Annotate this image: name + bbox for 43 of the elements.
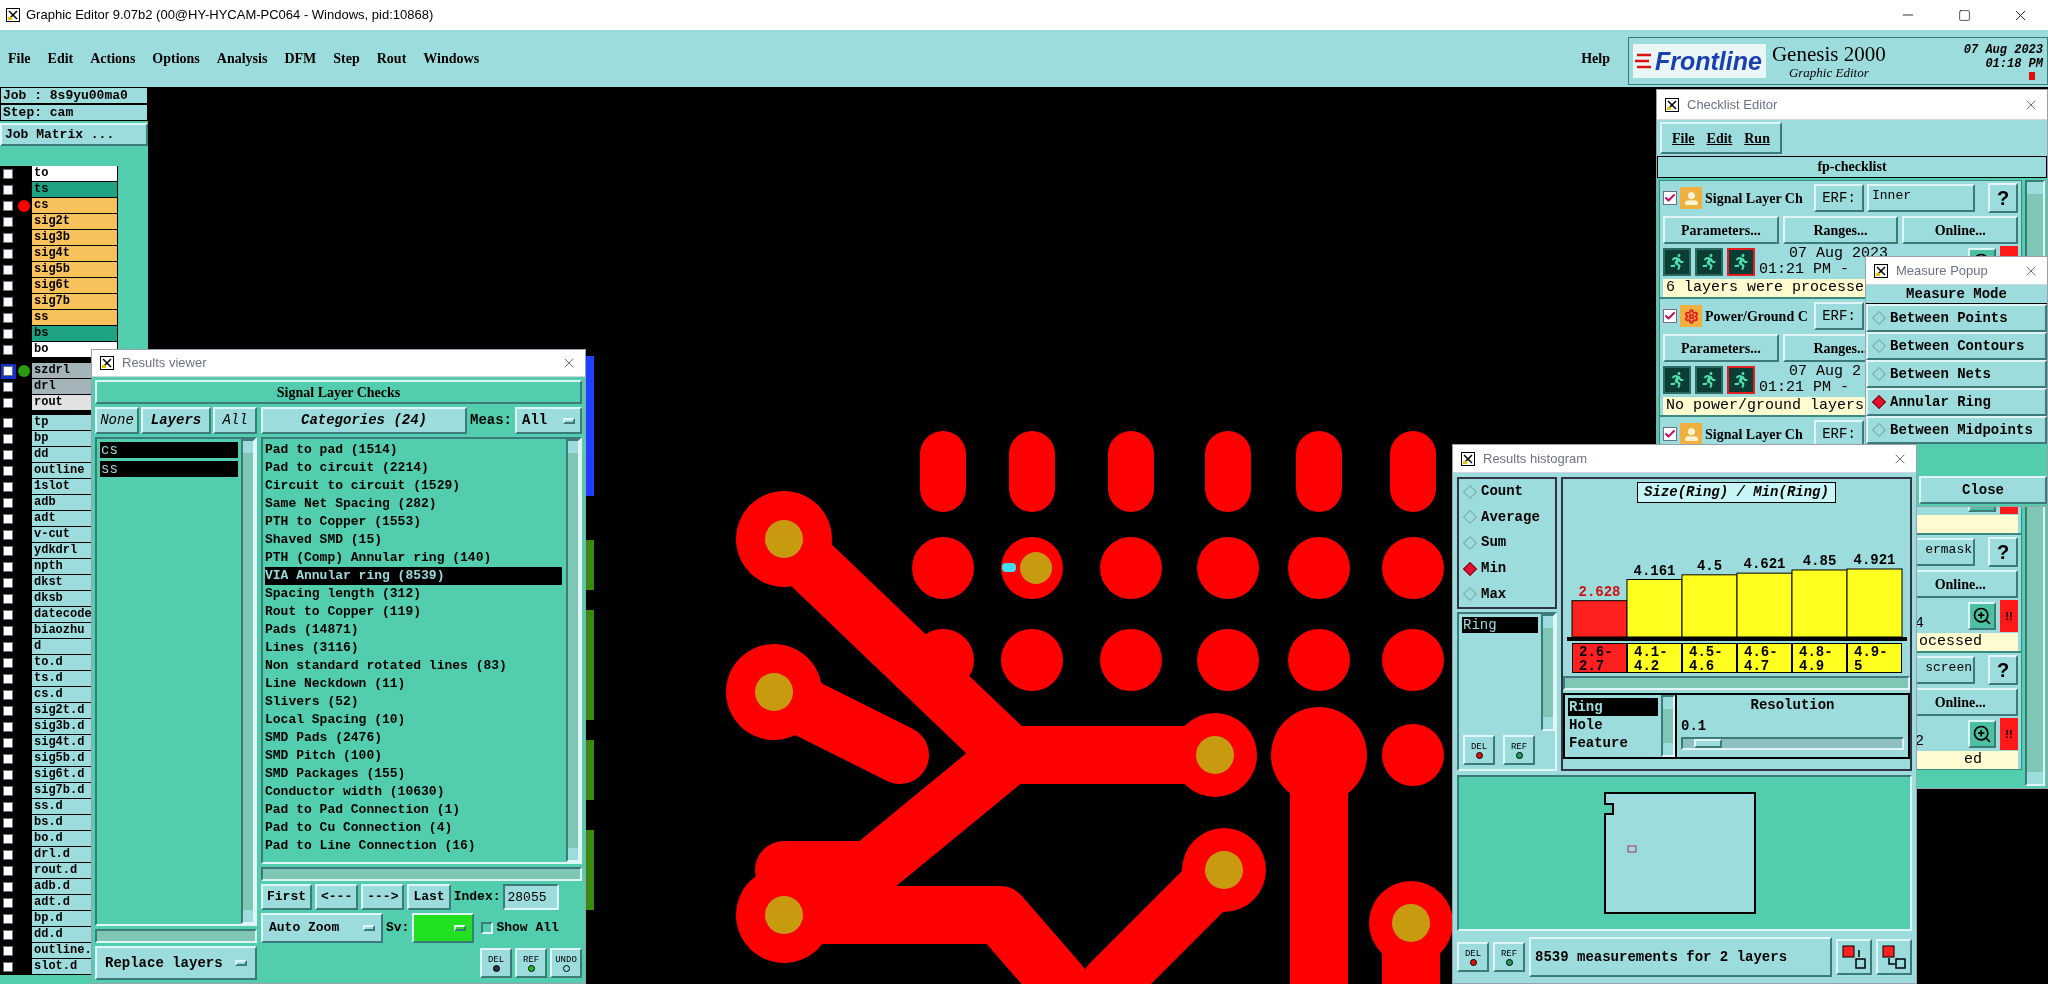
resolution-value: 0.1 [1681,717,1708,736]
logo: Frontline [1633,44,1766,78]
check-time: 01:21 PM - [1759,262,1849,278]
bin-label: 4.6-4.7 [1736,643,1792,673]
bar-value-label: 4.85 [1802,553,1836,569]
x-tick-label: 2.6-2.7 [1579,644,1614,674]
meas-label: Meas: [470,411,512,430]
product-name: Genesis 2000 [1771,42,1886,65]
alert-text: !! [2005,726,2013,742]
window-title: Results histogram [1483,449,1588,468]
window-title: Results viewer [122,354,207,373]
step-label: Step: cam [0,104,148,121]
checklist-name: fp-checklist [1657,156,2047,178]
bar-value-label: 4.5 [1696,557,1722,574]
index-label: Index: [453,888,501,907]
bin-label: 4.8-4.9 [1791,643,1847,673]
bin-label: 4.1-4.2 [1626,643,1682,673]
status-message: 8539 measurements for 2 layers [1529,937,1832,977]
option-label: Between Midpoints [1890,420,2033,440]
sv-label: Sv: [386,919,410,938]
bar-value-label: 2.628 [1578,583,1620,600]
product-subtitle: Graphic Editor [1788,64,1869,80]
window-title: Checklist Editor [1687,95,1778,114]
option-label: Between Nets [1890,364,1991,384]
bar-value-label: 4.621 [1743,556,1785,573]
option-label: Between Points [1890,308,2008,328]
resolution-label: Resolution [1749,696,1836,715]
check-date: 07 Aug 2 [1788,364,1861,380]
alert-text: !! [2005,608,2013,624]
panel-header: Signal Layer Checks [95,380,582,404]
date-label: 07 Aug 2023 [1963,42,2043,57]
job-label: Job : 8s9yu00ma0 [0,87,148,104]
window-title: Measure Popup [1896,261,1988,280]
bin-label: 2.6-2.7 [1571,643,1627,673]
time-label: 01:18 PM [1985,56,2043,71]
measure-heading: Measure Mode [1866,285,2047,304]
bin-label: 4.9-5 [1846,643,1902,673]
window-title: Graphic Editor 9.07b2 (00@HY-HYCAM-PC064 - Windows, pid:10868) [26,6,434,25]
check-time: 01:21 PM - [1759,380,1849,396]
show-all-label: Show All [496,919,559,938]
chart-title: Size(Ring) / Min(Ring) [1637,482,1836,503]
bin-label: 4.5-4.6 [1681,643,1737,673]
bar-value-label: 4.161 [1633,562,1675,579]
